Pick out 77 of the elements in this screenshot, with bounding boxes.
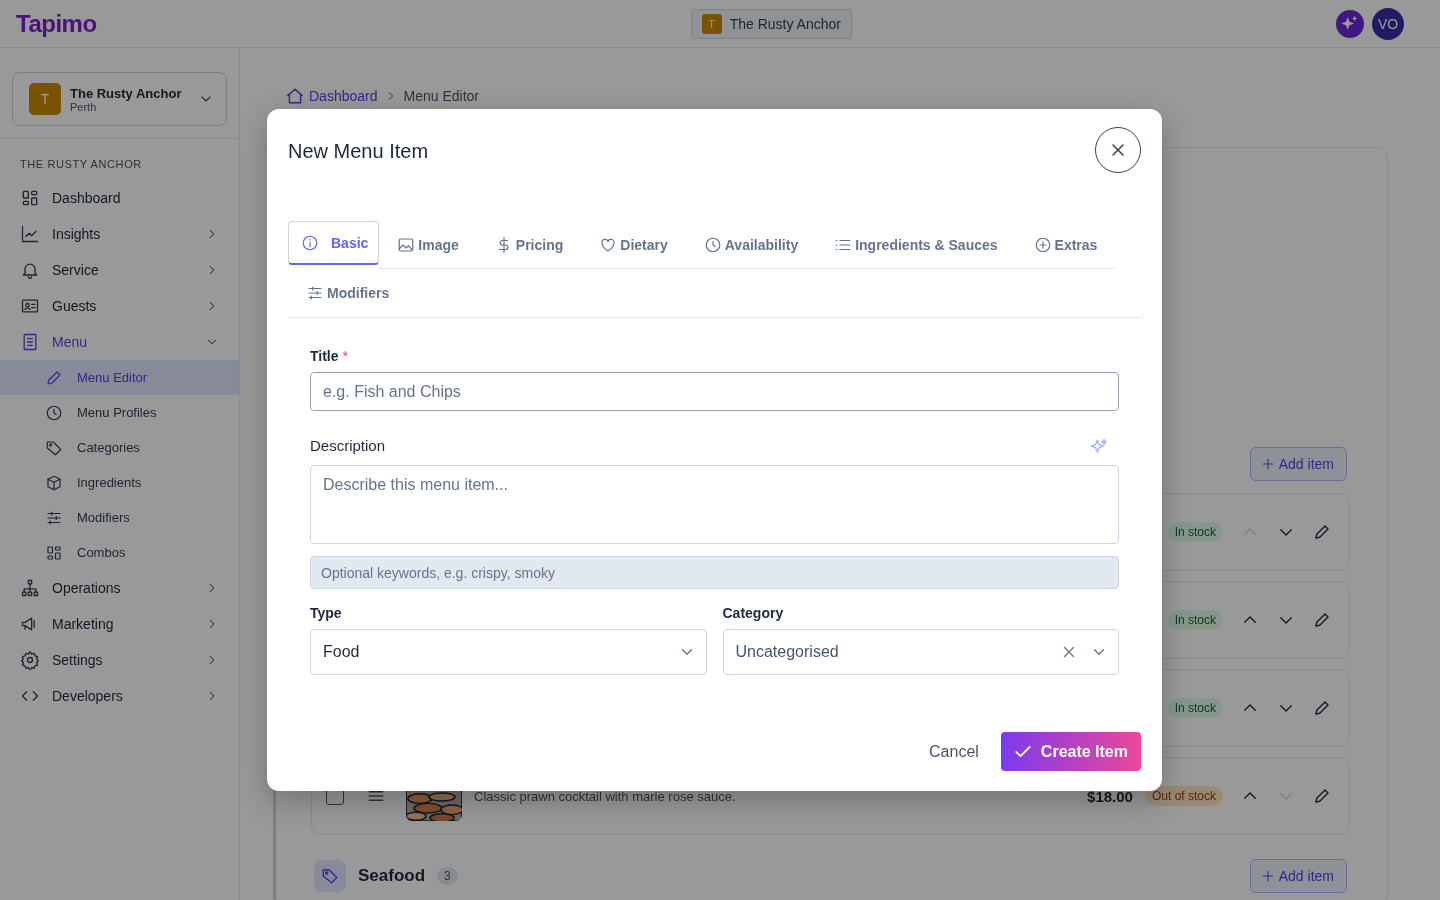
description-input[interactable]: Describe this menu item... xyxy=(310,465,1119,544)
tab[interactable]: Dietary xyxy=(581,221,686,269)
stock-badge: In stock xyxy=(1167,698,1223,718)
category-select[interactable]: Uncategorised xyxy=(722,629,1119,675)
plus-icon xyxy=(1260,457,1275,471)
nav-item[interactable]: Guests xyxy=(0,288,239,324)
tab[interactable]: Ingredients & Sauces xyxy=(816,221,1016,269)
sliders-icon xyxy=(306,284,324,302)
required-mark: * xyxy=(342,348,348,364)
nav-item[interactable]: Developers xyxy=(0,678,239,714)
chart-icon xyxy=(20,224,40,244)
sliders-icon xyxy=(45,508,63,527)
item-price: $18.00 xyxy=(1087,787,1133,805)
field-label: Type xyxy=(310,605,342,621)
nav-subitem[interactable]: Categories xyxy=(0,430,239,465)
venue-card[interactable]: T The Rusty Anchor Perth xyxy=(12,72,227,126)
breadcrumb-current: Menu Editor xyxy=(403,88,479,104)
nav-item[interactable]: Menu xyxy=(0,324,239,360)
field-label: Title xyxy=(310,348,339,364)
tab[interactable]: Basic xyxy=(288,221,380,265)
stock-badge: In stock xyxy=(1167,522,1223,542)
logo: Tapimo xyxy=(16,9,97,38)
section-label: THE RUSTY ANCHOR xyxy=(19,157,143,172)
tag-icon xyxy=(45,438,63,457)
clock-icon xyxy=(45,403,63,422)
venue-switcher[interactable]: T The Rusty Anchor xyxy=(690,8,852,39)
title-input[interactable]: e.g. Fish and Chips xyxy=(310,372,1119,411)
settings-icon xyxy=(20,650,40,670)
tab[interactable]: Image xyxy=(379,221,477,269)
tab[interactable]: Pricing xyxy=(476,221,582,269)
add-item-button[interactable]: Add item xyxy=(1249,447,1347,481)
nav-subitem[interactable]: Menu Profiles xyxy=(0,395,239,430)
category-name: Seafood xyxy=(358,866,426,886)
field-label: Description xyxy=(310,437,386,456)
breadcrumb-link[interactable]: Dashboard xyxy=(309,88,378,104)
info-icon xyxy=(301,233,319,252)
edit-icon[interactable] xyxy=(1313,611,1331,629)
nav-item[interactable]: Operations xyxy=(0,570,239,606)
dashboard-icon xyxy=(20,188,40,208)
tag-icon xyxy=(314,860,346,892)
edit-icon[interactable] xyxy=(1313,787,1331,805)
edit-icon[interactable] xyxy=(1313,699,1331,717)
stock-badge: In stock xyxy=(1167,610,1223,630)
grid-icon xyxy=(45,543,63,562)
nav-item[interactable]: Dashboard xyxy=(0,180,239,216)
plus-icon xyxy=(1260,869,1275,883)
tab[interactable]: Extras xyxy=(1015,221,1116,269)
close-button[interactable] xyxy=(1095,127,1141,173)
item-count: 3 xyxy=(437,867,458,885)
nav-subitem[interactable]: Combos xyxy=(0,535,239,570)
keywords-input[interactable]: Optional keywords, e.g. crispy, smoky xyxy=(310,556,1119,589)
cube-icon xyxy=(45,473,63,492)
nav-item[interactable]: Service xyxy=(0,252,239,288)
hierarchy-icon xyxy=(20,578,40,598)
nav-item[interactable]: Marketing xyxy=(0,606,239,642)
create-item-button[interactable]: Create Item xyxy=(1000,732,1141,771)
image-icon xyxy=(397,235,416,254)
add-item-button[interactable]: Add item xyxy=(1249,859,1347,893)
nav-item[interactable]: Settings xyxy=(0,642,239,678)
user-avatar[interactable]: VO xyxy=(1372,7,1404,40)
field-label: Category xyxy=(722,605,784,621)
nav-subitem[interactable]: Ingredients xyxy=(0,465,239,500)
stock-badge: Out of stock xyxy=(1144,786,1223,806)
tab[interactable]: Modifiers xyxy=(288,269,408,317)
tab[interactable]: Availability xyxy=(685,221,817,269)
edit-icon[interactable] xyxy=(1313,523,1331,541)
dialog-title: New Menu Item xyxy=(288,140,429,163)
plus-circle-icon xyxy=(1033,235,1052,254)
nav-subitem[interactable]: Menu Editor xyxy=(0,360,239,395)
nav-subitem[interactable]: Modifiers xyxy=(0,500,239,535)
sparkle-icon[interactable] xyxy=(1336,9,1364,38)
cancel-button[interactable]: Cancel xyxy=(927,734,981,769)
home-icon xyxy=(287,88,303,104)
nav-item[interactable]: Insights xyxy=(0,216,239,252)
type-select[interactable]: Food xyxy=(310,629,707,675)
item-description: Classic prawn cocktail with marie rose sauce. xyxy=(474,788,736,804)
clock-icon xyxy=(703,235,722,254)
